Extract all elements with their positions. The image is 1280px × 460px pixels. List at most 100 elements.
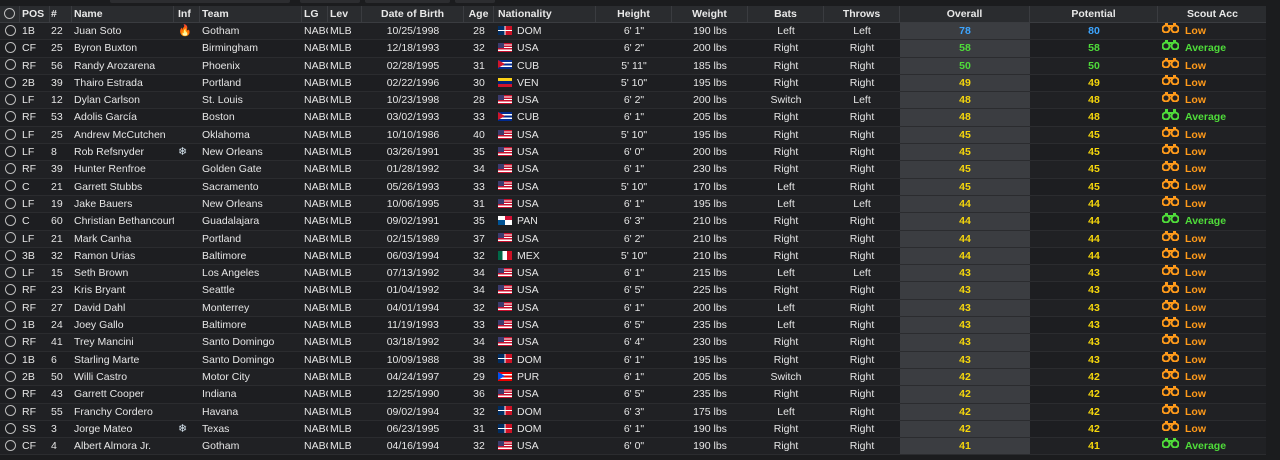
header-nationality[interactable]: Nationality	[494, 6, 596, 22]
cell-player-name[interactable]: Rob Refsnyder	[72, 144, 174, 160]
table-row[interactable]: 3B 32 Ramon Urias BaltimoreNABCMLB 06/03/199…	[0, 247, 1280, 266]
cell-team[interactable]: St. Louis	[200, 92, 302, 108]
cell-team[interactable]: Baltimore	[200, 317, 302, 333]
header-number[interactable]: #	[50, 6, 72, 22]
row-select-radio[interactable]	[4, 163, 16, 175]
row-select-radio[interactable]	[4, 76, 16, 88]
cell-team[interactable]: Phoenix	[200, 58, 302, 74]
row-select[interactable]	[0, 109, 20, 125]
table-row[interactable]: 1B 22 Juan Soto 🔥 GothamNABCMLB 10/25/1998 28 D…	[0, 23, 1280, 41]
table-row[interactable]: C 21 Garrett Stubbs SacramentoNABCMLB 05/26/…	[0, 178, 1280, 196]
row-select-radio[interactable]	[4, 422, 16, 434]
cell-player-name[interactable]: Randy Arozarena	[72, 58, 174, 74]
row-select-radio[interactable]	[4, 111, 16, 123]
row-select-radio[interactable]	[4, 370, 16, 382]
cell-player-name[interactable]: Dylan Carlson	[72, 92, 174, 108]
row-select-radio[interactable]	[4, 284, 16, 296]
row-select[interactable]	[0, 23, 20, 39]
cell-team[interactable]: New Orleans	[200, 196, 302, 212]
cell-player-name[interactable]: Franchy Cordero	[72, 404, 174, 420]
cell-team[interactable]: Baltimore	[200, 248, 302, 264]
header-weight[interactable]: Weight	[672, 6, 748, 22]
header-potential[interactable]: Potential	[1030, 6, 1158, 22]
cell-team[interactable]: Gotham	[200, 23, 302, 39]
table-row[interactable]: RF 53 Adolis García BostonNABCMLB 03/02/1993…	[0, 109, 1280, 127]
header-age[interactable]: Age	[464, 6, 494, 22]
table-row[interactable]: 2B 50 Willi Castro Motor CityNABCMLB 04/24/1…	[0, 368, 1280, 387]
header-pos[interactable]: POS	[20, 6, 50, 22]
row-select-radio[interactable]	[4, 232, 16, 244]
row-select-radio[interactable]	[4, 214, 16, 226]
header-team[interactable]: Team	[200, 6, 302, 22]
row-select-radio[interactable]	[4, 93, 16, 105]
row-select-radio[interactable]	[4, 59, 16, 71]
row-select[interactable]	[0, 40, 20, 56]
table-row[interactable]: 1B 24 Joey Gallo BaltimoreNABCMLB 11/19/1993…	[0, 317, 1280, 335]
row-select[interactable]	[0, 161, 20, 177]
cell-player-name[interactable]: Trey Mancini	[72, 334, 174, 350]
cell-player-name[interactable]: Jake Bauers	[72, 196, 174, 212]
cell-team[interactable]: Los Angeles	[200, 265, 302, 281]
cell-team[interactable]: Oklahoma	[200, 127, 302, 143]
table-row[interactable]: 2B 39 Thairo Estrada PortlandNABCMLB 02/22/1…	[0, 74, 1280, 93]
row-select-radio[interactable]	[4, 266, 16, 278]
row-select[interactable]	[0, 179, 20, 195]
table-row[interactable]: SS 3 Jorge Mateo ❄ TexasNABCMLB 06/23/1995 31 D…	[0, 420, 1280, 439]
cell-team[interactable]: New Orleans	[200, 144, 302, 160]
table-row[interactable]: LF 8 Rob Refsnyder ❄ New OrleansNABCMLB 03/26…	[0, 144, 1280, 162]
cell-player-name[interactable]: Garrett Stubbs	[72, 179, 174, 195]
header-bats[interactable]: Bats	[748, 6, 824, 22]
row-select-radio[interactable]	[4, 249, 16, 261]
cell-player-name[interactable]: David Dahl	[72, 300, 174, 316]
table-row[interactable]: LF 19 Jake Bauers New OrleansNABCMLB 10/06/1…	[0, 195, 1280, 214]
row-select[interactable]	[0, 58, 20, 74]
row-select[interactable]	[0, 248, 20, 264]
row-select-radio[interactable]	[4, 336, 16, 348]
cell-player-name[interactable]: Adolis García	[72, 109, 174, 125]
row-select-radio[interactable]	[4, 128, 16, 140]
cell-player-name[interactable]: Albert Almora Jr.	[72, 438, 174, 454]
row-select[interactable]	[0, 282, 20, 298]
cell-team[interactable]: Portland	[200, 231, 302, 247]
row-select[interactable]	[0, 265, 20, 281]
cell-player-name[interactable]: Andrew McCutchen	[72, 127, 174, 143]
cell-player-name[interactable]: Juan Soto	[72, 23, 174, 39]
row-select-radio[interactable]	[4, 24, 16, 36]
header-lg[interactable]: LG	[302, 6, 328, 22]
select-all-radio[interactable]	[4, 7, 15, 19]
row-select[interactable]	[0, 75, 20, 91]
cell-player-name[interactable]: Hunter Renfroe	[72, 161, 174, 177]
cell-team[interactable]: Sacramento	[200, 179, 302, 195]
row-select-radio[interactable]	[4, 180, 16, 192]
header-throws[interactable]: Throws	[824, 6, 900, 22]
cell-player-name[interactable]: Seth Brown	[72, 265, 174, 281]
cell-team[interactable]: Portland	[200, 75, 302, 91]
header-scout-acc[interactable]: Scout Acc	[1158, 6, 1268, 22]
row-select-radio[interactable]	[4, 405, 16, 417]
cell-team[interactable]: Gotham	[200, 438, 302, 454]
cell-player-name[interactable]: Mark Canha	[72, 231, 174, 247]
table-row[interactable]: LF 12 Dylan Carlson St. LouisNABCMLB 10/23/1…	[0, 92, 1280, 110]
row-select[interactable]	[0, 213, 20, 229]
cell-team[interactable]: Havana	[200, 404, 302, 420]
table-row[interactable]: CF 4 Albert Almora Jr. GothamNABCMLB 04/16/1…	[0, 438, 1280, 456]
row-select[interactable]	[0, 386, 20, 402]
row-select-radio[interactable]	[4, 301, 16, 313]
row-select-radio[interactable]	[4, 145, 16, 157]
table-row[interactable]: RF 43 Garrett Cooper IndianaNABCMLB 12/25/19…	[0, 386, 1280, 404]
table-row[interactable]: LF 15 Seth Brown Los AngelesNABCMLB 07/13/19…	[0, 265, 1280, 283]
table-row[interactable]: RF 56 Randy Arozarena PhoenixNABCMLB 02/28/1…	[0, 57, 1280, 75]
cell-team[interactable]: Monterrey	[200, 300, 302, 316]
cell-player-name[interactable]: Christian Bethancourt	[72, 213, 174, 229]
row-select[interactable]	[0, 196, 20, 212]
header-inf[interactable]: Inf	[174, 6, 200, 22]
row-select[interactable]	[0, 127, 20, 143]
cell-team[interactable]: Birmingham	[200, 40, 302, 56]
table-row[interactable]: 1B 6 Starling Marte Santo DomingoNABCMLB 10/…	[0, 351, 1280, 369]
row-select-radio[interactable]	[4, 387, 16, 399]
row-select-radio[interactable]	[4, 353, 16, 365]
table-row[interactable]: RF 41 Trey Mancini Santo DomingoNABCMLB 03/1…	[0, 334, 1280, 352]
cell-team[interactable]: Indiana	[200, 386, 302, 402]
row-select-radio[interactable]	[4, 197, 16, 209]
cell-team[interactable]: Motor City	[200, 369, 302, 385]
